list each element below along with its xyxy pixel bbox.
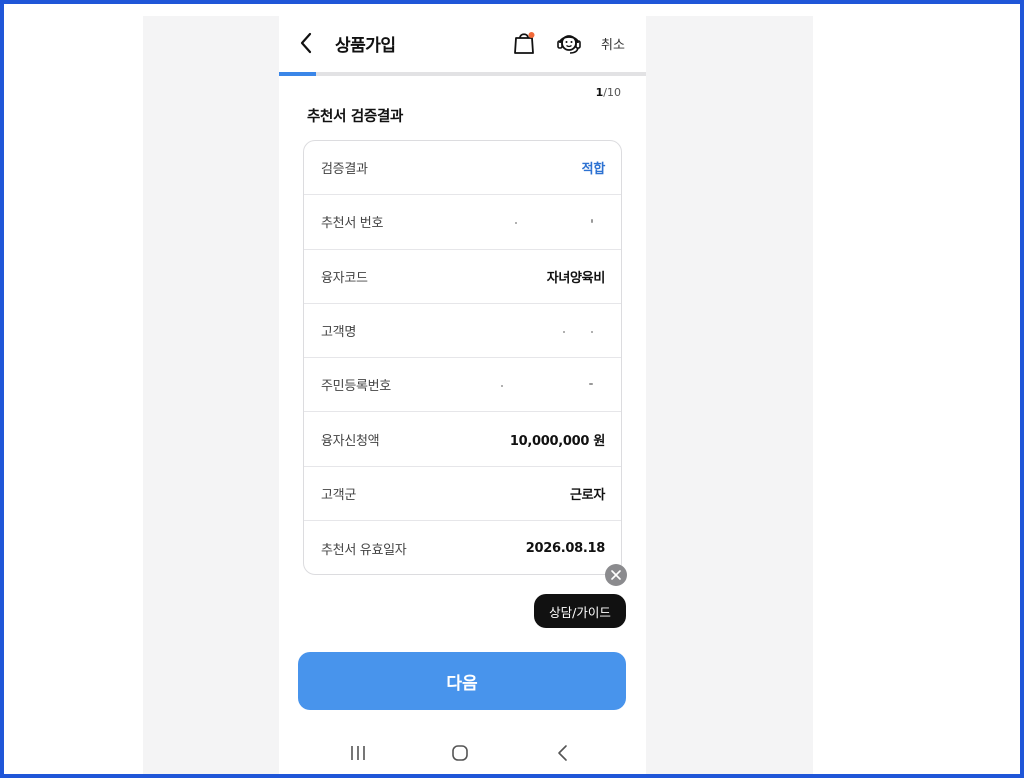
progress-fill bbox=[279, 72, 316, 76]
section-title: 추천서 검증결과 bbox=[307, 109, 404, 125]
shopping-bag-icon bbox=[514, 32, 535, 54]
row-verification-result: 검증결과 적합 bbox=[304, 141, 621, 196]
cancel-button[interactable]: 취소 bbox=[601, 34, 625, 53]
headset-icon bbox=[557, 35, 581, 54]
masked-value bbox=[495, 379, 605, 391]
row-value: 적합 bbox=[581, 162, 606, 178]
masked-value bbox=[495, 325, 605, 337]
row-label: 검증결과 bbox=[321, 162, 368, 178]
progress-bar bbox=[279, 72, 646, 76]
support-button[interactable] bbox=[555, 29, 583, 57]
cart-button[interactable] bbox=[512, 30, 536, 56]
row-value: 10,000,000 원 bbox=[509, 433, 605, 449]
step-total: /10 bbox=[603, 86, 621, 99]
row-label: 주민등록번호 bbox=[321, 379, 391, 395]
row-customer-group: 고객군 근로자 bbox=[304, 467, 621, 522]
row-label: 추천서 유효일자 bbox=[321, 542, 407, 558]
phone-screen: 상품가입 취소 1/10 추천서 검증결과 검증결과 적합 추천서 번호 융자코… bbox=[279, 16, 646, 774]
nav-home-button[interactable] bbox=[451, 744, 469, 762]
row-loan-amount: 융자신청액 10,000,000 원 bbox=[304, 412, 621, 467]
page-title: 상품가입 bbox=[335, 36, 396, 56]
nav-recents-button[interactable] bbox=[349, 744, 367, 762]
row-label: 융자신청액 bbox=[321, 433, 380, 449]
guide-button[interactable]: 상담/가이드 bbox=[534, 594, 626, 628]
app-header: 상품가입 취소 bbox=[279, 16, 646, 72]
chevron-left-icon bbox=[300, 32, 312, 54]
row-value: 근로자 bbox=[570, 487, 605, 503]
row-loan-code: 융자코드 자녀양육비 bbox=[304, 250, 621, 304]
row-label: 추천서 번호 bbox=[321, 216, 384, 232]
result-card: 검증결과 적합 추천서 번호 융자코드 자녀양육비 고객명 주민등록번호 융자신… bbox=[303, 140, 622, 575]
recents-icon bbox=[351, 746, 365, 760]
row-label: 융자코드 bbox=[321, 270, 368, 286]
back-icon bbox=[558, 745, 567, 761]
nav-back-button[interactable] bbox=[556, 744, 570, 762]
row-resident-number: 주민등록번호 bbox=[304, 358, 621, 413]
row-value: 자녀양육비 bbox=[546, 270, 606, 286]
system-nav-bar bbox=[279, 736, 646, 774]
row-valid-date: 추천서 유효일자 2026.08.18 bbox=[304, 521, 621, 575]
home-icon bbox=[452, 745, 468, 761]
close-guide-button[interactable] bbox=[605, 564, 627, 586]
row-label: 고객군 bbox=[321, 487, 356, 503]
step-indicator: 1/10 bbox=[596, 86, 621, 99]
back-button[interactable] bbox=[295, 30, 319, 56]
row-label: 고객명 bbox=[321, 325, 356, 341]
next-button[interactable]: 다음 bbox=[298, 652, 626, 710]
close-icon bbox=[611, 570, 621, 580]
masked-value bbox=[495, 216, 605, 228]
row-recommendation-number: 추천서 번호 bbox=[304, 195, 621, 250]
row-customer-name: 고객명 bbox=[304, 304, 621, 359]
row-value: 2026.08.18 bbox=[525, 540, 606, 556]
